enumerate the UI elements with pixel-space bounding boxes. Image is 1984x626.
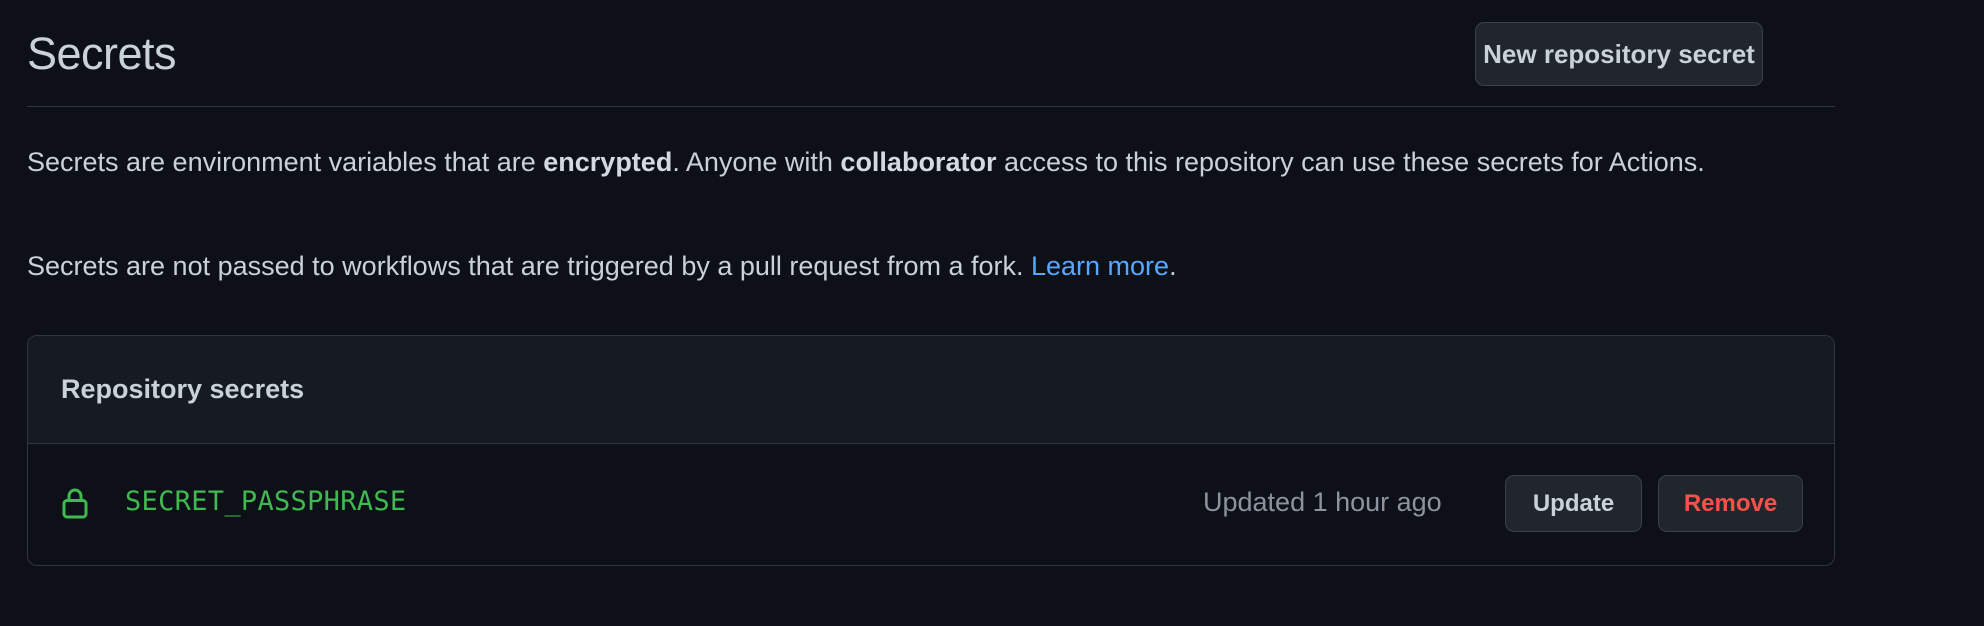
collaborator-emphasis: collaborator xyxy=(840,147,997,177)
lock-icon xyxy=(62,488,88,519)
fork-notice-text: Secrets are not passed to workflows that… xyxy=(27,251,1031,281)
new-repository-secret-button[interactable]: New repository secret xyxy=(1475,22,1763,86)
fork-notice: Secrets are not passed to workflows that… xyxy=(27,245,1767,287)
secret-row: SECRET_PASSPHRASE Updated 1 hour ago Upd… xyxy=(28,444,1834,565)
fork-notice-period: . xyxy=(1169,251,1177,281)
encrypted-emphasis: encrypted xyxy=(543,147,673,177)
secrets-description: Secrets are environment variables that a… xyxy=(27,141,1767,183)
update-secret-button[interactable]: Update xyxy=(1505,475,1642,532)
description-text: Secrets are environment variables that a… xyxy=(27,147,544,177)
secret-name: SECRET_PASSPHRASE xyxy=(125,486,407,517)
learn-more-link[interactable]: Learn more xyxy=(1031,251,1169,281)
description-text: . Anyone with xyxy=(672,147,841,177)
secret-updated-time: Updated 1 hour ago xyxy=(1203,487,1442,517)
secrets-settings-page: Secrets New repository secret Secrets ar… xyxy=(0,0,1984,626)
page-header: Secrets New repository secret xyxy=(27,0,1835,107)
repository-secrets-title: Repository secrets xyxy=(61,374,305,404)
description-text: access to this repository can use these … xyxy=(996,147,1705,177)
repository-secrets-header: Repository secrets xyxy=(28,336,1834,444)
repository-secrets-box: Repository secrets SECRET_PASSPHRASE Upd… xyxy=(27,335,1835,566)
remove-secret-button[interactable]: Remove xyxy=(1658,475,1803,532)
page-title: Secrets xyxy=(27,28,177,79)
